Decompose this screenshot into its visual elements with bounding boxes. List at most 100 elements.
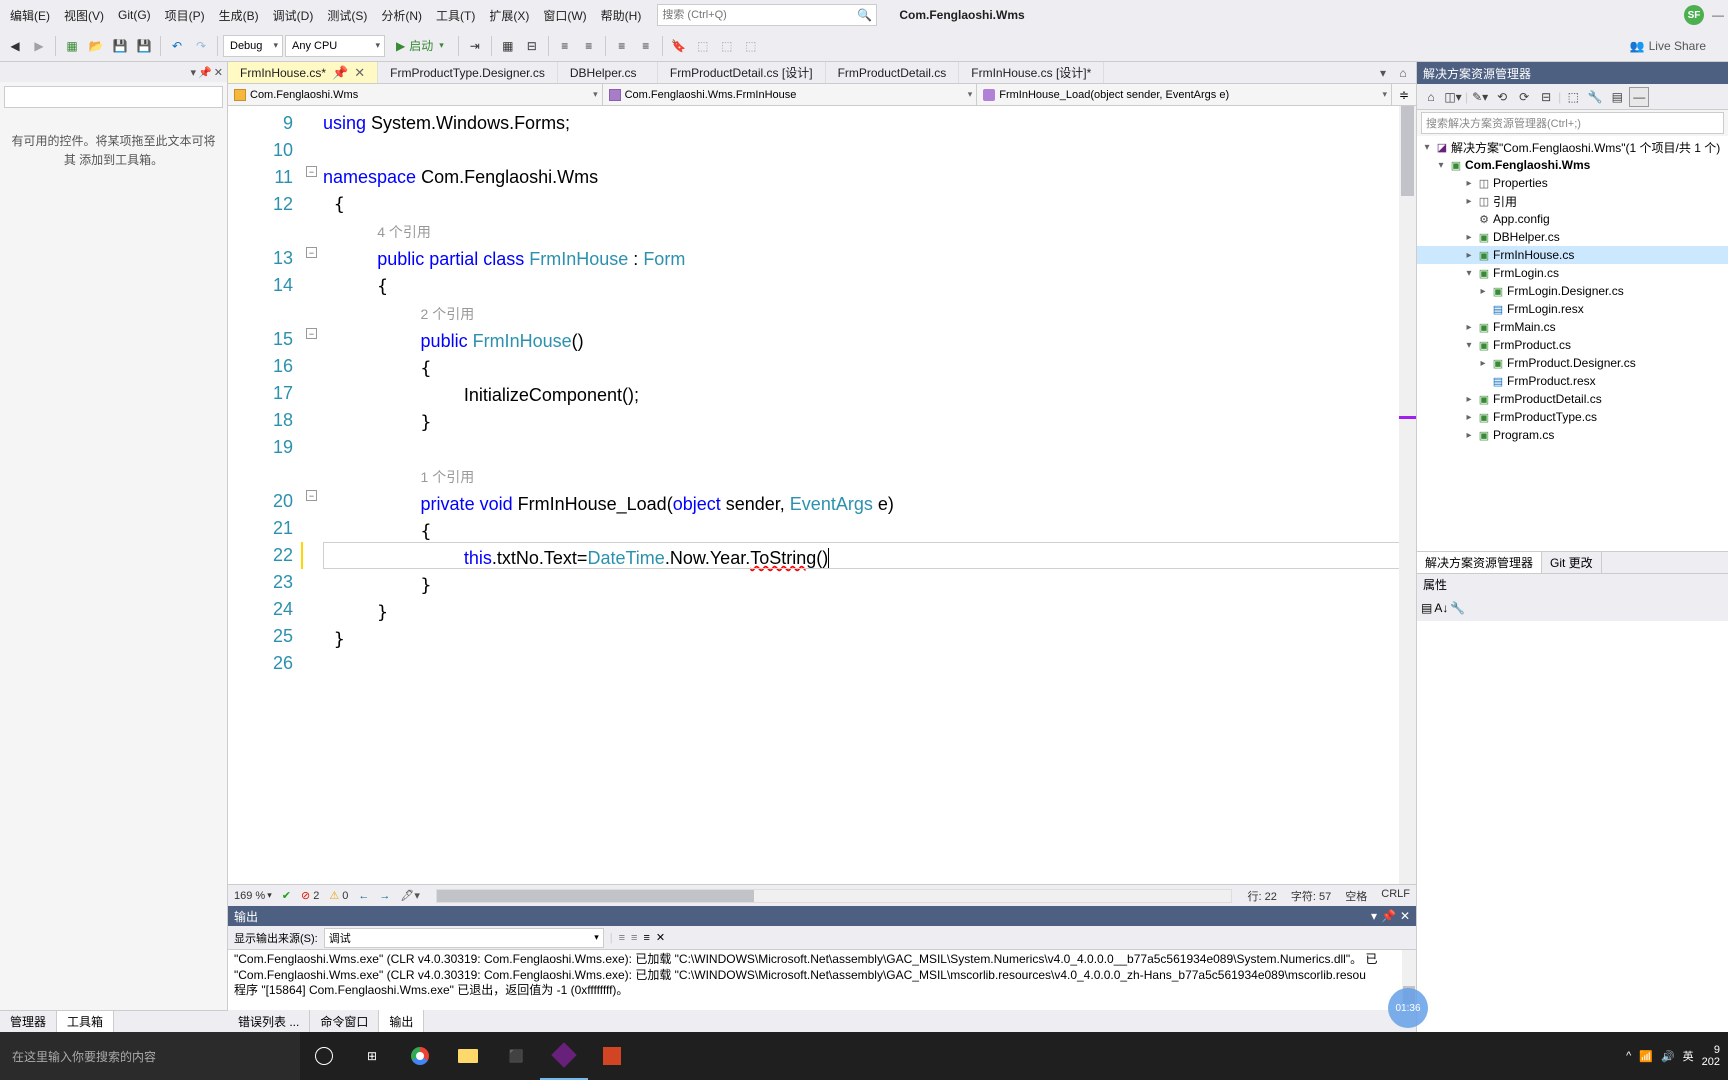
se-switch-view-button[interactable]: ◫▾ — [1443, 87, 1463, 107]
back-button[interactable]: ◀ — [4, 35, 26, 57]
tree-node[interactable]: ▾▣FrmProduct.cs — [1417, 336, 1728, 354]
tab-frmproductdetail[interactable]: FrmProductDetail.cs — [826, 62, 960, 83]
tray-network-icon[interactable]: 📶 — [1639, 1050, 1653, 1063]
save-button[interactable]: 💾 — [109, 35, 131, 57]
tree-node[interactable]: ▸▣FrmProduct.Designer.cs — [1417, 354, 1728, 372]
se-properties-button[interactable]: 🔧 — [1585, 87, 1605, 107]
fold-class-icon[interactable]: − — [306, 247, 317, 258]
user-avatar[interactable]: SF — [1684, 5, 1704, 25]
toolbox-filter-input[interactable] — [4, 86, 223, 108]
project-node[interactable]: ▾▣Com.Fenglaoshi.Wms — [1417, 156, 1728, 174]
nav-project-combo[interactable]: Com.Fenglaoshi.Wms — [228, 84, 603, 105]
se-showall-button[interactable]: ⬚ — [1563, 87, 1583, 107]
menu-extensions[interactable]: 扩展(X) — [483, 3, 535, 28]
tab-frmproductdetail-design[interactable]: FrmProductDetail.cs [设计] — [658, 62, 826, 83]
output-toggle-button[interactable]: ≡ — [631, 932, 637, 944]
menu-build[interactable]: 生成(B) — [213, 3, 265, 28]
new-item-button[interactable]: ▦ — [61, 35, 83, 57]
indent-less-button[interactable]: ≡ — [554, 35, 576, 57]
indent-more-button[interactable]: ≡ — [578, 35, 600, 57]
toolbox-dropdown-icon[interactable]: ▾ — [191, 66, 197, 79]
tab-frminhouse-design[interactable]: FrmInHouse.cs [设计]* — [959, 62, 1104, 83]
tree-node[interactable]: ▤FrmLogin.resx — [1417, 300, 1728, 318]
editor-scrollbar[interactable] — [1399, 106, 1416, 884]
zoom-combo[interactable]: 169 %▾ — [234, 890, 272, 902]
menu-help[interactable]: 帮助(H) — [595, 3, 648, 28]
output-dropdown-icon[interactable]: ▾ — [1371, 909, 1377, 923]
uncomment-button[interactable]: ≡ — [635, 35, 657, 57]
toolbox-pin-icon[interactable]: 📌 — [198, 66, 212, 79]
tree-node[interactable]: ▸▣DBHelper.cs — [1417, 228, 1728, 246]
tb-misc-2[interactable]: ⊟ — [521, 35, 543, 57]
prop-categorized-button[interactable]: ▤ — [1421, 601, 1432, 615]
prop-wrench-button[interactable]: 🔧 — [1450, 601, 1465, 615]
taskbar-taskview-icon[interactable]: ⊞ — [348, 1032, 396, 1080]
taskbar-visualstudio-icon[interactable] — [540, 1032, 588, 1080]
fold-ctor-icon[interactable]: − — [306, 328, 317, 339]
taskbar-app1-icon[interactable]: ⬛ — [492, 1032, 540, 1080]
warning-count[interactable]: ⚠ 0 — [329, 889, 348, 902]
editor-hscrollbar[interactable] — [436, 889, 1232, 903]
tabs-overflow-icon[interactable]: ▾ — [1374, 64, 1392, 82]
se-collapse-button[interactable]: ⊟ — [1536, 87, 1556, 107]
bookmark-clear-button[interactable]: ⬚ — [740, 35, 762, 57]
se-sync-button[interactable]: ⟲ — [1492, 87, 1512, 107]
output-pin-icon[interactable]: 📌 — [1381, 909, 1396, 923]
status-eol[interactable]: CRLF — [1381, 888, 1410, 904]
output-clear-button[interactable]: ≡ — [619, 932, 625, 944]
tray-volume-icon[interactable]: 🔊 — [1661, 1050, 1675, 1063]
undo-button[interactable]: ↶ — [166, 35, 188, 57]
tree-node[interactable]: ⚙App.config — [1417, 210, 1728, 228]
tree-node[interactable]: ▸▣FrmInHouse.cs — [1417, 246, 1728, 264]
forward-button[interactable]: ▶ — [28, 35, 50, 57]
tabs-home-icon[interactable]: ⌂ — [1394, 64, 1412, 82]
menu-view[interactable]: 视图(V) — [58, 3, 110, 28]
tree-node[interactable]: ▸◫引用 — [1417, 192, 1728, 210]
output-source-combo[interactable]: 调试 — [324, 928, 604, 948]
tree-node[interactable]: ▾▣FrmLogin.cs — [1417, 264, 1728, 282]
tree-node[interactable]: ▸▣FrmProductType.cs — [1417, 408, 1728, 426]
prev-issue-button[interactable]: ← — [358, 890, 369, 902]
prop-alpha-button[interactable]: A↓ — [1434, 601, 1448, 615]
taskbar-cortana-icon[interactable] — [300, 1032, 348, 1080]
status-spaces[interactable]: 空格 — [1345, 888, 1367, 904]
tray-chevron-icon[interactable]: ^ — [1626, 1050, 1631, 1062]
tree-node[interactable]: ▸▣FrmLogin.Designer.cs — [1417, 282, 1728, 300]
nav-member-combo[interactable]: FrmInHouse_Load(object sender, EventArgs… — [977, 84, 1392, 105]
tab-dbhelper[interactable]: DBHelper.cs — [558, 62, 658, 83]
tab-output[interactable]: 输出 — [379, 1010, 424, 1032]
global-search[interactable]: 🔍 — [657, 4, 877, 26]
tree-node[interactable]: ▸▣FrmProductDetail.cs — [1417, 390, 1728, 408]
taskbar-wps-icon[interactable] — [588, 1032, 636, 1080]
toolbox-close-icon[interactable]: ✕ — [214, 66, 223, 79]
bookmark-prev-button[interactable]: ⬚ — [692, 35, 714, 57]
live-share-button[interactable]: 👥 Live Share — [1622, 39, 1714, 53]
menu-git[interactable]: Git(G) — [112, 4, 157, 26]
tab-command-window[interactable]: 命令窗口 — [310, 1010, 379, 1032]
start-debug-button[interactable]: ▶启动▾ — [387, 35, 453, 57]
bookmark-next-button[interactable]: ⬚ — [716, 35, 738, 57]
menu-project[interactable]: 项目(P) — [159, 3, 211, 28]
bookmark-button[interactable]: 🔖 — [668, 35, 690, 57]
tab-frminhouse-cs[interactable]: FrmInHouse.cs*📌✕ — [228, 62, 378, 83]
tab-close-icon[interactable]: ✕ — [354, 65, 365, 81]
global-search-input[interactable] — [662, 9, 857, 21]
tree-node[interactable]: ▸▣FrmMain.cs — [1417, 318, 1728, 336]
tab-pin-icon[interactable]: 📌 — [332, 65, 348, 81]
se-view-mode-button[interactable]: — — [1629, 87, 1649, 107]
taskbar-tray[interactable]: ^ 📶 🔊 英 9 202 — [1618, 1044, 1728, 1068]
properties-body[interactable] — [1417, 621, 1728, 1032]
left-tab-toolbox[interactable]: 工具箱 — [57, 1011, 114, 1032]
menu-edit[interactable]: 编辑(E) — [4, 3, 56, 28]
no-issues-icon[interactable]: ✔ — [282, 889, 291, 902]
menu-tools[interactable]: 工具(T) — [430, 3, 481, 28]
nav-history-button[interactable]: 🖋▾ — [400, 889, 420, 902]
output-clear-all-button[interactable]: ✕ — [656, 931, 665, 944]
redo-button[interactable]: ↷ — [190, 35, 212, 57]
output-close-icon[interactable]: ✕ — [1400, 909, 1410, 923]
output-wrap-button[interactable]: ≡ — [643, 932, 649, 944]
minimize-icon[interactable]: — — [1712, 8, 1724, 22]
se-pending-button[interactable]: ✎▾ — [1470, 87, 1490, 107]
menu-window[interactable]: 窗口(W) — [537, 3, 592, 28]
fold-namespace-icon[interactable]: − — [306, 166, 317, 177]
